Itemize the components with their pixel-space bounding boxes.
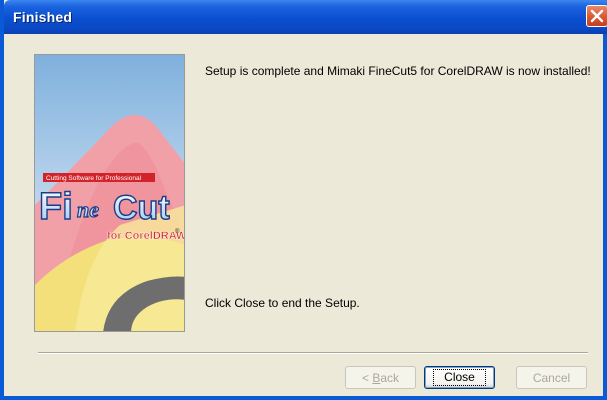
back-button[interactable]: < Back xyxy=(345,366,416,389)
close-x-icon[interactable] xyxy=(586,5,607,27)
close-instruction: Click Close to end the Setup. xyxy=(205,296,360,310)
logo-cut: Cut xyxy=(113,189,170,227)
logo-fi: Fi xyxy=(39,186,73,228)
button-separator xyxy=(38,352,588,354)
back-label-mnemonic: B xyxy=(372,370,381,385)
back-label-rest: ack xyxy=(380,370,400,385)
back-label-prefix: < xyxy=(361,370,373,385)
setup-banner-image: Cutting Software for Professional Fi ne … xyxy=(34,54,185,332)
title-bar[interactable]: Finished xyxy=(4,0,607,34)
banner-tagline: Cutting Software for Professional xyxy=(46,175,142,182)
logo-registered: ® xyxy=(175,228,180,235)
close-button-label: Close xyxy=(433,369,486,386)
setup-dialog: Finished Cutting Software for Profession… xyxy=(0,0,607,400)
window-title: Finished xyxy=(13,9,73,25)
close-button[interactable]: Close xyxy=(424,366,495,389)
completion-message: Setup is complete and Mimaki FineCut5 fo… xyxy=(205,64,591,78)
logo-subtitle: for CorelDRAW xyxy=(107,230,185,242)
logo-ne: ne xyxy=(77,197,99,222)
cancel-button-label: Cancel xyxy=(532,370,571,385)
cancel-button[interactable]: Cancel xyxy=(516,366,587,389)
